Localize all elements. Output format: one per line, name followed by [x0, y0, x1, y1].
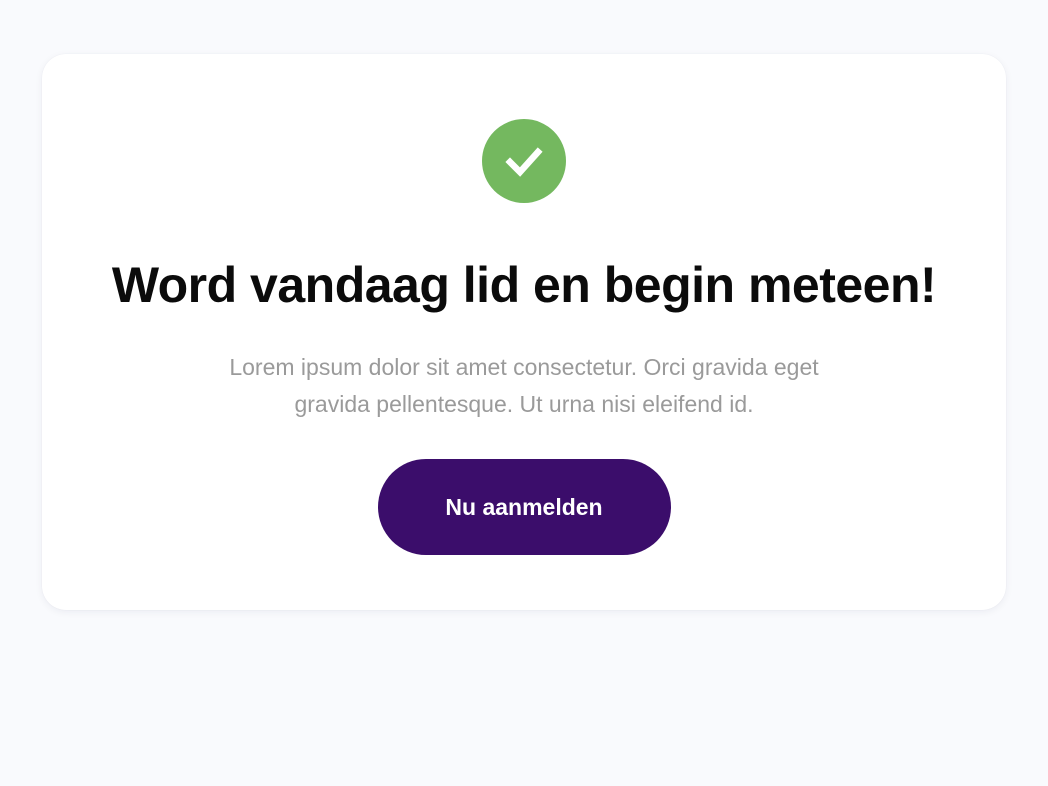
checkmark-icon [505, 147, 543, 177]
page: Word vandaag lid en begin meteen! Lorem … [0, 0, 1048, 786]
page-title: Word vandaag lid en begin meteen! [111, 257, 937, 313]
signup-button[interactable]: Nu aanmelden [377, 459, 671, 555]
description-text: Lorem ipsum dolor sit amet consectetur. … [174, 349, 874, 423]
signup-card: Word vandaag lid en begin meteen! Lorem … [42, 54, 1006, 610]
check-circle-icon [482, 119, 566, 203]
description-line-2: gravida pellentesque. Ut urna nisi eleif… [294, 391, 754, 417]
description-line-1: Lorem ipsum dolor sit amet consectetur. … [229, 354, 819, 380]
